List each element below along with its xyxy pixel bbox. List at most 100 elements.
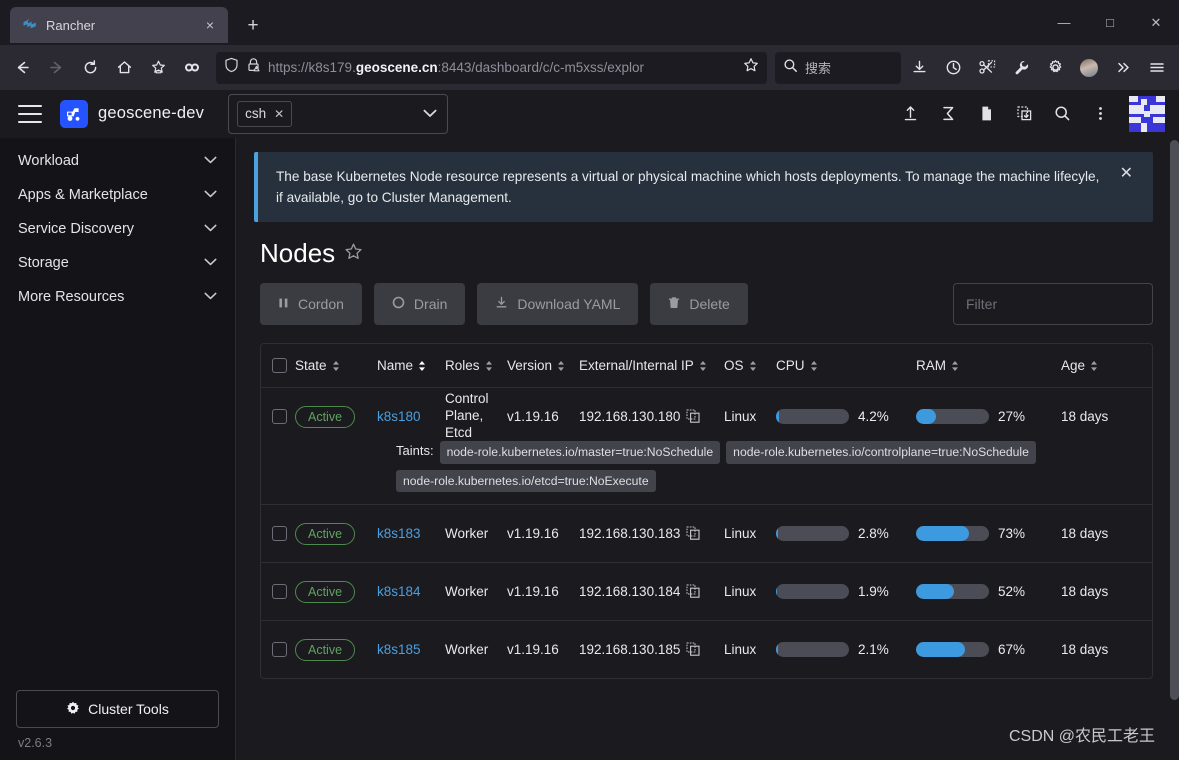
overflow-chevrons-icon[interactable] [1107,52,1139,84]
sidebar-item-more-resources[interactable]: More Resources [0,280,235,314]
copy-icon[interactable] [686,526,700,542]
import-yaml-icon[interactable] [893,97,927,131]
tab-close-icon[interactable]: × [200,15,220,35]
url-text[interactable]: https://k8s179.geoscene.cn:8443/dashboar… [268,60,736,75]
column-header-name[interactable]: Name [377,358,445,373]
rancher-logo-icon[interactable] [60,99,88,128]
table-row[interactable]: Active k8s183 Worker v1.19.16 192.168.13… [261,505,1152,562]
screenshot-icon[interactable] [971,52,1003,84]
namespace-chip[interactable]: csh ✕ [237,100,293,127]
chevron-down-icon[interactable] [204,257,217,269]
row-actions-menu[interactable] [1141,524,1152,544]
table-row[interactable]: Active k8s185 Worker v1.19.16 192.168.13… [261,621,1152,678]
reload-icon[interactable] [74,52,106,84]
close-window-icon[interactable]: ✕ [1133,0,1179,45]
cordon-button[interactable]: Cordon [260,283,362,326]
column-header-os[interactable]: OS [724,358,776,373]
column-header-age[interactable]: Age [1061,358,1141,373]
sidebar-item-storage[interactable]: Storage [0,246,235,280]
download-yaml-button[interactable]: Download YAML [477,283,639,326]
row-checkbox-cell[interactable] [261,584,295,600]
chevron-down-icon[interactable] [204,155,217,167]
column-header-version[interactable]: Version [507,358,579,373]
sidebar-item-service-discovery[interactable]: Service Discovery [0,212,235,246]
back-icon[interactable] [6,52,38,84]
pocket-icon[interactable] [176,52,208,84]
select-all-checkbox[interactable] [271,358,287,374]
column-header-ip[interactable]: External/Internal IP [579,358,724,373]
user-avatar[interactable] [1129,95,1165,132]
column-header-ram[interactable]: RAM [916,358,1061,373]
sort-icon[interactable] [749,360,757,372]
bookmark-star-icon[interactable] [743,57,759,78]
chevron-down-icon[interactable] [204,189,217,201]
copy-icon[interactable] [686,642,700,658]
kebab-icon[interactable] [1083,97,1117,131]
drain-button[interactable]: Drain [373,283,466,326]
table-row[interactable]: Active k8s180 Control Plane, Etcd v1.19.… [261,388,1152,445]
cluster-tools-button[interactable]: Cluster Tools [16,690,219,728]
sort-icon[interactable] [951,360,959,372]
column-header-cpu[interactable]: CPU [776,358,916,373]
browser-search-box[interactable]: 搜索 [775,51,901,84]
search-icon[interactable] [1045,97,1079,131]
column-header-state[interactable]: State [295,358,377,373]
shield-icon[interactable] [224,57,239,78]
close-icon[interactable]: ✕ [1116,166,1137,182]
hamburger-icon[interactable] [18,104,42,123]
namespace-chip-remove-icon[interactable]: ✕ [274,107,284,121]
column-header-roles[interactable]: Roles [445,358,507,373]
sort-icon[interactable] [699,360,707,372]
bookmarks-icon[interactable] [142,52,174,84]
filter-input[interactable]: Filter [953,283,1153,326]
row-checkbox-cell[interactable] [261,409,295,425]
sidebar-item-apps-marketplace[interactable]: Apps & Marketplace [0,178,235,212]
sort-icon[interactable] [332,360,340,372]
namespace-filter-select[interactable]: csh ✕ [228,93,449,134]
row-checkbox[interactable] [271,584,287,600]
row-actions-menu[interactable] [1141,582,1152,602]
row-actions-menu[interactable] [1141,407,1152,427]
node-name-link[interactable]: k8s184 [377,584,421,599]
chevron-down-icon[interactable] [204,291,217,303]
select-all-checkbox-cell[interactable] [261,358,295,374]
browser-tab-rancher[interactable]: Rancher × [10,7,228,43]
copy-icon[interactable] [686,584,700,600]
docs-icon[interactable] [969,97,1003,131]
sort-icon[interactable] [485,360,493,372]
download-kubeconfig-icon[interactable] [1007,97,1041,131]
download-icon[interactable] [903,52,935,84]
sidebar-item-workload[interactable]: Workload [0,144,235,178]
sort-icon[interactable] [1090,360,1098,372]
row-checkbox[interactable] [271,642,287,658]
url-bar[interactable]: https://k8s179.geoscene.cn:8443/dashboar… [216,51,767,84]
node-name-link[interactable]: k8s185 [377,642,421,657]
sort-icon[interactable] [557,360,565,372]
node-name-link[interactable]: k8s180 [377,409,421,424]
settings-gear-icon[interactable] [1039,52,1071,84]
forward-icon[interactable] [40,52,72,84]
minimize-icon[interactable]: — [1041,0,1087,45]
new-tab-button[interactable]: + [238,11,268,41]
row-checkbox[interactable] [271,409,287,425]
home-icon[interactable] [108,52,140,84]
copy-icon[interactable] [686,409,700,425]
wrench-icon[interactable] [1005,52,1037,84]
row-checkbox-cell[interactable] [261,526,295,542]
history-icon[interactable] [937,52,969,84]
table-row[interactable]: Active k8s184 Worker v1.19.16 192.168.13… [261,563,1152,620]
delete-button[interactable]: Delete [650,283,748,326]
row-checkbox-cell[interactable] [261,642,295,658]
cluster-name[interactable]: geoscene-dev [98,104,204,123]
row-checkbox[interactable] [271,526,287,542]
chevron-down-icon[interactable] [204,223,217,235]
maximize-icon[interactable]: □ [1087,0,1133,45]
node-name-link[interactable]: k8s183 [377,526,421,541]
profile-avatar-icon[interactable] [1073,52,1105,84]
sort-icon[interactable] [810,360,818,372]
favorite-star-icon[interactable] [344,242,363,265]
row-actions-menu[interactable] [1141,640,1152,660]
chevron-down-icon[interactable] [423,107,441,121]
lock-warning-icon[interactable] [246,57,261,78]
kubectl-shell-icon[interactable] [931,97,965,131]
